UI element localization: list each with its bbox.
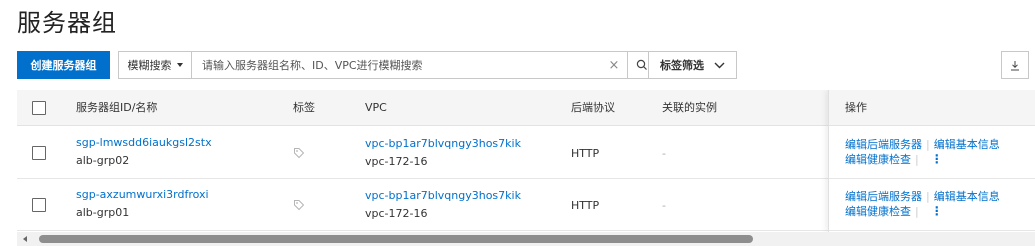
more-icon[interactable]: ⋮ [931, 204, 943, 219]
actions-header-cell: 操作 [829, 90, 1035, 126]
row-checkbox[interactable] [32, 198, 46, 212]
instances-value: - [662, 147, 666, 160]
vpc-name: vpc-172-16 [365, 207, 428, 220]
header-instances: 关联的实例 [662, 101, 717, 114]
vpc-name: vpc-172-16 [365, 155, 428, 168]
tag-icon[interactable] [293, 199, 305, 211]
actions-column: 操作 编辑后端服务器 | 编辑基本信息 编辑健康检查 | ⋮ 编辑后端服务器 | 编辑基本信… [828, 90, 1035, 232]
tag-icon[interactable] [293, 147, 305, 159]
header-vpc: VPC [365, 101, 387, 114]
search-input[interactable] [192, 52, 601, 78]
action-separator: | [915, 205, 919, 218]
vpc-id-link[interactable]: vpc-bp1ar7blvqngy3hos7kik [365, 188, 521, 204]
download-button[interactable] [1001, 51, 1029, 79]
scrollbar-thumb[interactable] [39, 235, 753, 243]
row-actions: 编辑后端服务器 | 编辑基本信息 编辑健康检查 | ⋮ [845, 189, 1030, 219]
toolbar: 创建服务器组 模糊搜索 × 标签筛选 [17, 51, 1029, 79]
tag-filter-label: 标签筛选 [660, 59, 704, 72]
server-group-id-link[interactable]: sgp-axzumwurxi3rdfroxi [76, 187, 209, 203]
search-icon [636, 59, 647, 70]
select-all-checkbox[interactable] [32, 101, 46, 115]
action-separator: | [926, 138, 930, 151]
row-checkbox[interactable] [32, 146, 46, 160]
protocol-value: HTTP [571, 147, 600, 160]
edit-basic-info-link[interactable]: 编辑基本信息 [934, 138, 1000, 151]
edit-basic-info-link[interactable]: 编辑基本信息 [934, 190, 1000, 203]
chevron-down-icon [714, 62, 725, 68]
vpc-id-link[interactable]: vpc-bp1ar7blvqngy3hos7kik [365, 136, 521, 152]
more-icon[interactable]: ⋮ [931, 152, 943, 167]
search-mode-label: 模糊搜索 [127, 59, 172, 72]
download-icon [1011, 60, 1019, 70]
horizontal-scrollbar[interactable] [17, 232, 1035, 246]
row-actions: 编辑后端服务器 | 编辑基本信息 编辑健康检查 | ⋮ [845, 137, 1030, 167]
action-separator: | [926, 190, 930, 203]
server-group-table: 服务器组ID/名称 标签 VPC 后端协议 关联的实例 sgp-lmwsdd6i… [17, 90, 1035, 232]
edit-backend-servers-link[interactable]: 编辑后端服务器 [845, 190, 922, 203]
server-group-name: alb-grp01 [76, 206, 130, 219]
search-bar: 模糊搜索 × [118, 51, 656, 79]
search-mode-select[interactable]: 模糊搜索 [119, 52, 192, 78]
edit-health-check-link[interactable]: 编辑健康检查 [845, 153, 911, 166]
header-actions: 操作 [845, 101, 867, 114]
edit-health-check-link[interactable]: 编辑健康检查 [845, 205, 911, 218]
instances-value: - [662, 199, 666, 212]
server-group-name: alb-grp02 [76, 154, 130, 167]
actions-cell: 编辑后端服务器 | 编辑基本信息 编辑健康检查 | ⋮ [829, 127, 1035, 179]
close-icon[interactable]: × [601, 52, 627, 78]
scroll-left-icon[interactable] [23, 236, 27, 242]
action-separator: | [915, 153, 919, 166]
header-protocol: 后端协议 [571, 101, 615, 114]
edit-backend-servers-link[interactable]: 编辑后端服务器 [845, 138, 922, 151]
tag-filter-button[interactable]: 标签筛选 [648, 51, 737, 79]
caret-down-icon [176, 63, 183, 67]
header-tags: 标签 [293, 101, 315, 114]
actions-cell: 编辑后端服务器 | 编辑基本信息 编辑健康检查 | ⋮ [829, 179, 1035, 231]
protocol-value: HTTP [571, 199, 600, 212]
header-id-name: 服务器组ID/名称 [76, 101, 158, 114]
page-title: 服务器组 [17, 9, 117, 37]
create-server-group-button[interactable]: 创建服务器组 [17, 51, 110, 79]
server-group-id-link[interactable]: sgp-lmwsdd6iaukgsl2stx [76, 135, 212, 151]
